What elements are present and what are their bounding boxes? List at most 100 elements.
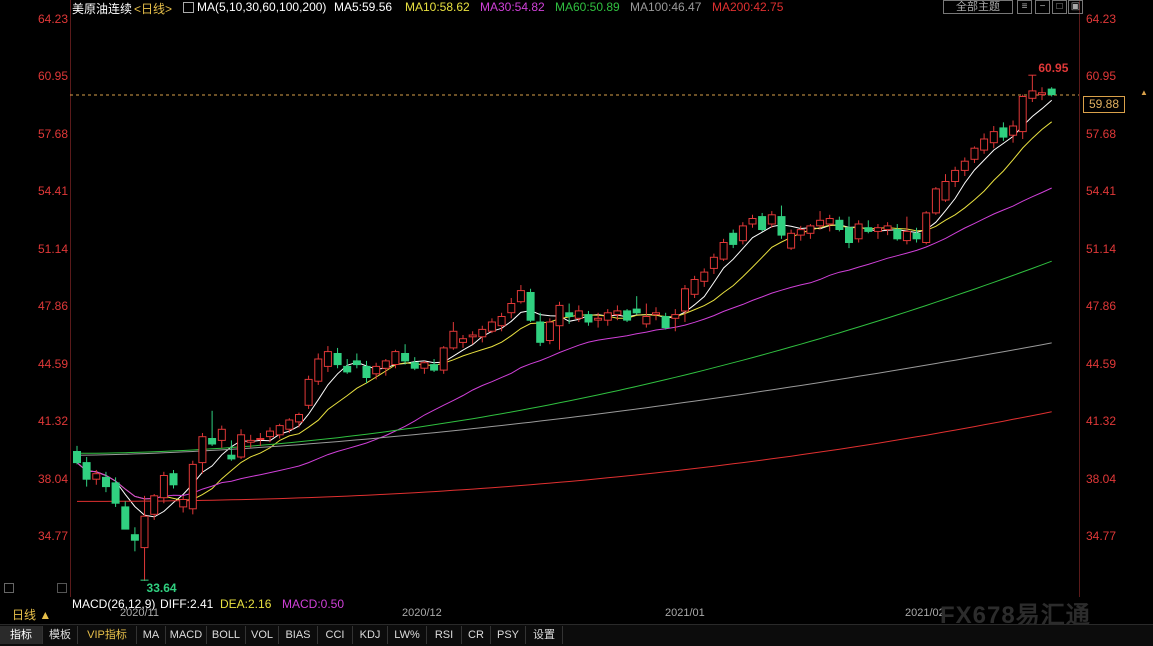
candle-body	[102, 476, 110, 488]
left-axis-label: 60.95	[37, 69, 68, 83]
candle-body	[362, 365, 371, 378]
candle-body	[295, 414, 303, 423]
ma-params[interactable]: MA(5,10,30,60,100,200)	[197, 0, 326, 14]
theme-button[interactable]: 全部主题	[943, 0, 1013, 14]
tab-templates[interactable]: 模板	[43, 626, 78, 644]
tab-psy[interactable]: PSY	[491, 626, 526, 644]
right-axis-label: 34.77	[1086, 529, 1117, 543]
candle-body	[468, 334, 477, 338]
candle-body	[410, 362, 419, 369]
candle-body	[487, 321, 496, 332]
tab-vip-indicators[interactable]: VIP指标	[78, 626, 137, 644]
ma10-line	[76, 121, 1053, 502]
candle-body	[931, 188, 940, 214]
period-link[interactable]: <日线>	[134, 0, 172, 17]
left-axis-label: 47.86	[37, 299, 68, 313]
tab-cci[interactable]: CCI	[318, 626, 353, 644]
candle-body	[700, 271, 709, 282]
candle-body	[690, 279, 699, 295]
tab-lw[interactable]: LW%	[388, 626, 427, 644]
left-axis-label: 44.59	[37, 357, 68, 371]
candle-body	[159, 475, 168, 499]
candle-body	[111, 482, 120, 504]
current-price-tag: 59.88	[1083, 96, 1125, 113]
candle-body	[565, 312, 574, 317]
candle-body	[401, 353, 410, 362]
maximize-icon[interactable]: ▣	[1068, 0, 1083, 14]
candle-body	[1009, 125, 1018, 136]
candle-body	[709, 256, 718, 269]
candle-body	[169, 473, 178, 486]
left-axis-label: 38.04	[37, 472, 68, 486]
candle-body	[912, 232, 921, 240]
period-selector[interactable]: 日线 ▲	[0, 606, 70, 624]
tab-rsi[interactable]: RSI	[427, 626, 462, 644]
tab-indicators[interactable]: 指标	[0, 626, 43, 644]
restore-icon[interactable]: □	[1052, 0, 1067, 14]
tab-settings[interactable]: 设置	[526, 626, 563, 644]
candle-body	[777, 216, 786, 236]
candle-body	[439, 347, 448, 371]
candle-body	[671, 314, 680, 319]
ma30-value: MA30:54.82	[480, 0, 545, 14]
candle-body	[208, 438, 217, 445]
candle-body	[420, 362, 429, 369]
candle-body	[536, 321, 545, 343]
minimize-icon[interactable]: −	[1035, 0, 1050, 14]
candle-body	[555, 304, 564, 327]
candle-body	[642, 316, 651, 325]
macd-diff: DIFF:2.41	[160, 597, 214, 611]
candle-body	[372, 365, 381, 375]
indicator-header: 美原油连续 <日线> MA(5,10,30,60,100,200) MA5:59…	[70, 0, 1079, 17]
chart-window: 64.23 60.95 57.68 54.41 51.14 47.86 44.5…	[0, 0, 1153, 646]
left-axis-label: 57.68	[37, 127, 68, 141]
candle-body	[227, 454, 236, 460]
candle-body	[874, 227, 882, 232]
collapse-icon[interactable]	[4, 583, 14, 593]
candle-body	[304, 378, 313, 406]
candle-body	[516, 290, 525, 303]
high-annotation: 60.95	[1038, 61, 1068, 75]
x-axis-label: 2021/02	[905, 607, 945, 619]
candle-body	[92, 473, 101, 480]
candle-body	[478, 328, 487, 338]
candle-body	[758, 216, 767, 231]
candle-body	[623, 310, 632, 321]
indicator-settings-icon[interactable]	[183, 2, 194, 13]
candle-body	[594, 317, 603, 321]
x-axis-label: 2020/11	[120, 607, 159, 619]
tab-ma[interactable]: MA	[137, 626, 166, 644]
tab-vol[interactable]: VOL	[246, 626, 279, 644]
candle-body	[584, 314, 593, 323]
candle-body	[275, 425, 284, 436]
candle-body	[603, 312, 612, 321]
candle-body	[381, 360, 390, 369]
ma200-value: MA200:42.75	[712, 0, 784, 14]
right-axis-label: 51.14	[1086, 242, 1117, 256]
candle-body	[989, 131, 998, 144]
ma60-value: MA60:50.89	[555, 0, 620, 14]
macd-dea: DEA:2.16	[220, 597, 272, 611]
candlestick-chart[interactable]: 60.95 33.64	[70, 0, 1079, 597]
candle-body	[902, 230, 911, 242]
candle-body	[661, 316, 670, 329]
right-axis-label: 38.04	[1086, 472, 1117, 486]
candle-body	[246, 439, 255, 443]
tab-boll[interactable]: BOLL	[207, 626, 246, 644]
menu-icon[interactable]: ≡	[1017, 0, 1032, 14]
candle-body	[285, 419, 294, 430]
candle-body	[449, 330, 458, 349]
tab-kdj[interactable]: KDJ	[353, 626, 388, 644]
tab-macd[interactable]: MACD	[166, 626, 207, 644]
tab-bias[interactable]: BIAS	[279, 626, 318, 644]
panel-toggle-icon[interactable]	[57, 583, 67, 593]
right-axis-label: 57.68	[1086, 127, 1117, 141]
candle-body	[198, 436, 207, 464]
right-axis-label: 41.32	[1086, 414, 1117, 428]
ma5-value: MA5:59.56	[334, 0, 393, 14]
candle-body	[391, 351, 400, 366]
ma200-line	[77, 411, 1052, 502]
tab-cr[interactable]: CR	[462, 626, 491, 644]
candle-body	[73, 451, 81, 464]
candle-body	[951, 169, 960, 182]
